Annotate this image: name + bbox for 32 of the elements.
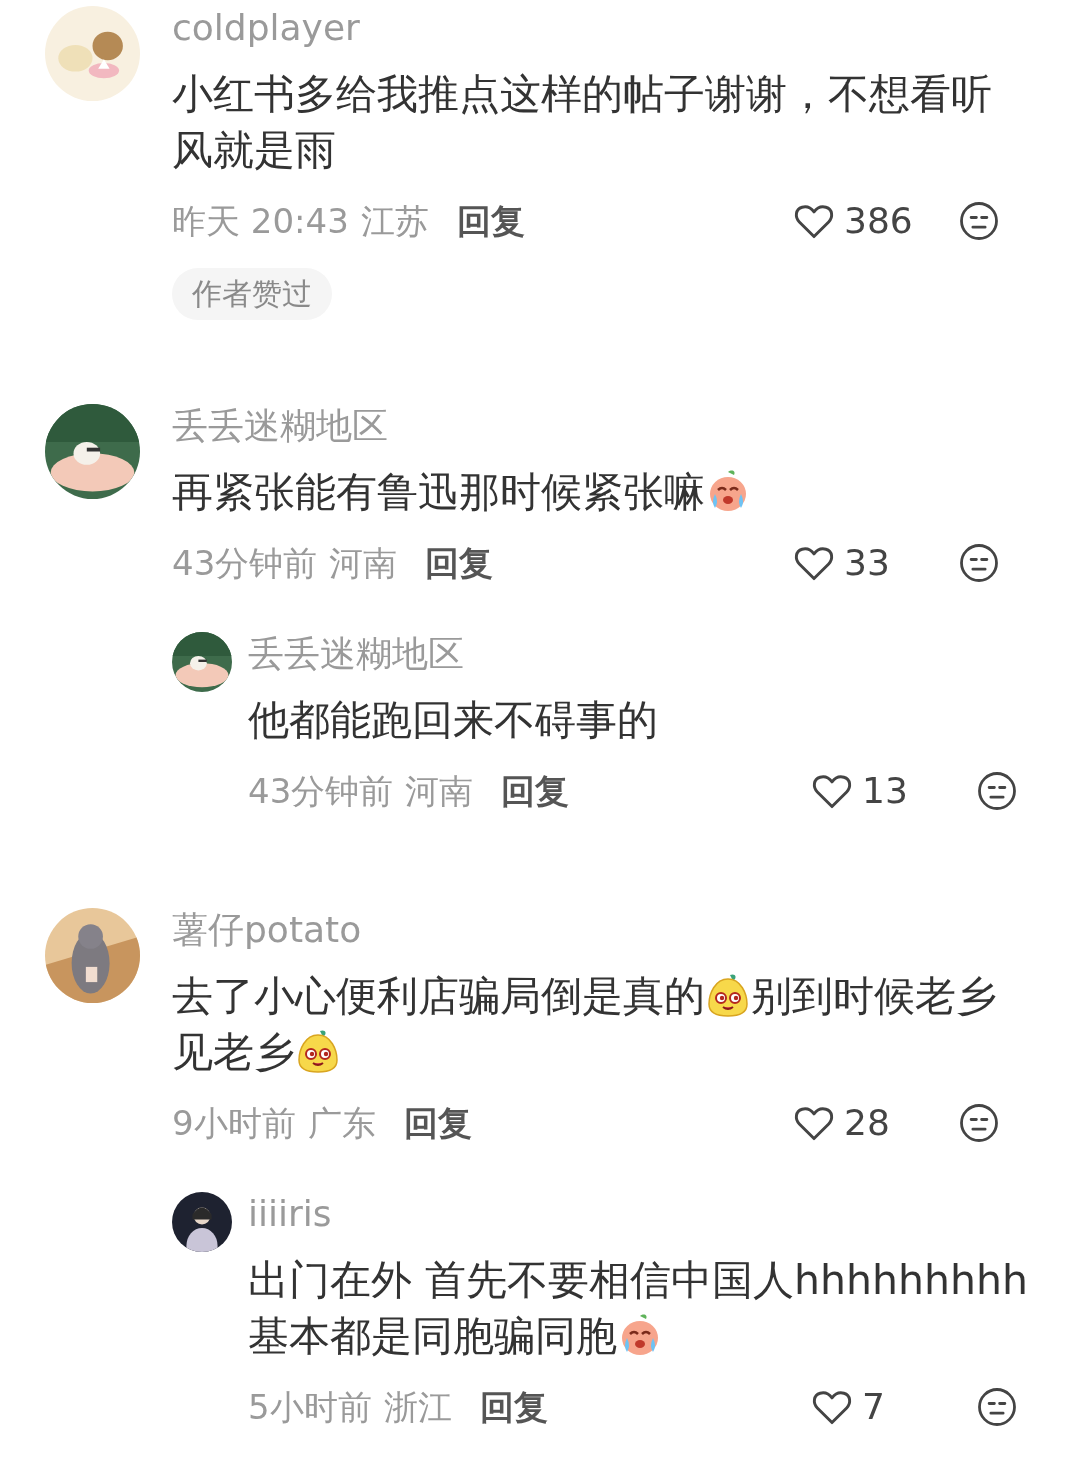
like-count: 28 (844, 1101, 891, 1145)
smiling-sticker-icon (705, 972, 751, 1018)
like-count: 13 (862, 769, 909, 813)
comment-time: 昨天 20:43 (172, 199, 349, 243)
smiling-sticker-icon (295, 1028, 341, 1074)
reply-button[interactable]: 回复 (425, 537, 494, 589)
meh-face-icon[interactable] (958, 542, 1000, 584)
reply-button[interactable]: 回复 (403, 1097, 472, 1149)
author-liked-badge: 作者赞过 (172, 268, 332, 320)
comment-text: 小红书多给我推点这样的帖子谢谢，不想看听风就是雨 (172, 69, 993, 176)
comment-text: 去了小心便利店骗局倒是真的 别到时候老乡见老乡 (172, 971, 998, 1078)
comment-time: 5小时前 (248, 1385, 372, 1429)
like-count: 33 (844, 541, 891, 585)
comment-location: 河南 (405, 769, 474, 813)
comment-location: 浙江 (383, 1385, 452, 1429)
reply-button[interactable]: 回复 (456, 195, 525, 247)
comment-location: 江苏 (360, 199, 429, 243)
meh-face-icon[interactable] (976, 770, 1018, 812)
reply-button[interactable]: 回复 (479, 1381, 548, 1433)
like-count: 7 (862, 1385, 886, 1429)
reply-button[interactable]: 回复 (501, 765, 570, 817)
comment-text: 他都能跑回来不碍事的 (248, 695, 659, 746)
comment-text: 再紧张能有鲁迅那时候紧张嘛 (172, 464, 1022, 520)
comment-time: 43分钟前 (248, 769, 394, 813)
comment-time: 9小时前 (172, 1101, 296, 1145)
meh-face-icon[interactable] (976, 1386, 1018, 1428)
comment-time: 43分钟前 (172, 541, 318, 585)
comment-text: 出门在外 首先不要相信中国人hhhhhhhhh基本都是同胞骗同胞 (248, 1255, 1029, 1362)
meh-face-icon[interactable] (958, 200, 1000, 242)
comment-location: 广东 (307, 1101, 376, 1145)
comment-location: 河南 (329, 541, 398, 585)
meh-face-icon[interactable] (958, 1102, 1000, 1144)
